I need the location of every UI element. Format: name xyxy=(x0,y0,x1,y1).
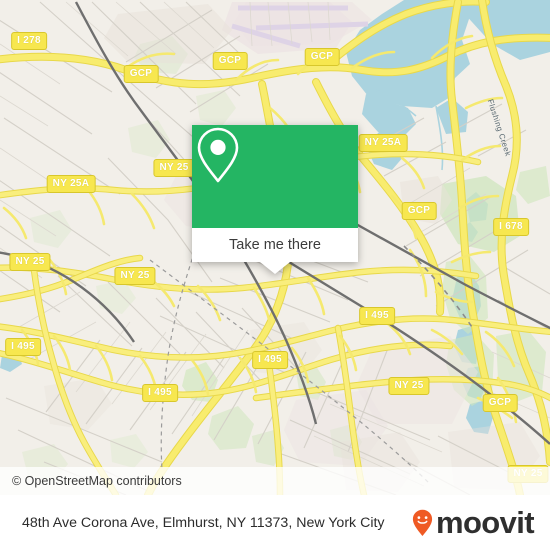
road-shield: I 278 xyxy=(11,32,47,50)
moovit-wordmark: moovit xyxy=(435,505,535,540)
road-shield: NY 25 xyxy=(153,159,195,177)
road-shield: NY 25A xyxy=(358,134,408,152)
map-canvas[interactable]: .w{fill:#aad3df} .park{fill:#cfe6bd} .re… xyxy=(0,0,550,495)
take-me-there-label: Take me there xyxy=(229,237,321,253)
popup-header xyxy=(192,125,358,228)
moovit-logo[interactable]: moovit xyxy=(412,507,550,538)
road-shield: GCP xyxy=(123,65,159,83)
road-shield: I 678 xyxy=(493,218,529,236)
road-shield: GCP xyxy=(401,202,437,220)
road-shield: GCP xyxy=(212,52,248,70)
road-shield: I 495 xyxy=(252,351,288,369)
road-shield: NY 25 xyxy=(9,253,51,271)
road-shield: I 495 xyxy=(359,307,395,325)
road-shield: NY 25 xyxy=(388,377,430,395)
map-screen: .w{fill:#aad3df} .park{fill:#cfe6bd} .re… xyxy=(0,0,550,550)
moovit-pin-icon xyxy=(412,509,433,536)
take-me-there-button[interactable]: Take me there xyxy=(192,228,358,262)
address-label: 48th Ave Corona Ave, Elmhurst, NY 11373,… xyxy=(22,514,385,531)
location-popup-card[interactable]: Take me there xyxy=(192,125,358,274)
road-shield: NY 25A xyxy=(46,175,96,193)
road-shield: I 495 xyxy=(5,338,41,356)
popup-pointer-tail xyxy=(260,262,290,274)
osm-attribution[interactable]: © OpenStreetMap contributors xyxy=(0,467,550,495)
road-shield: I 495 xyxy=(142,384,178,402)
road-shield: GCP xyxy=(304,48,340,66)
osm-attribution-label: © OpenStreetMap contributors xyxy=(12,474,182,488)
map-pin-icon xyxy=(197,127,239,183)
road-shield: GCP xyxy=(482,394,518,412)
road-shield: NY 25 xyxy=(114,267,156,285)
footer-bar: 48th Ave Corona Ave, Elmhurst, NY 11373,… xyxy=(0,495,550,550)
